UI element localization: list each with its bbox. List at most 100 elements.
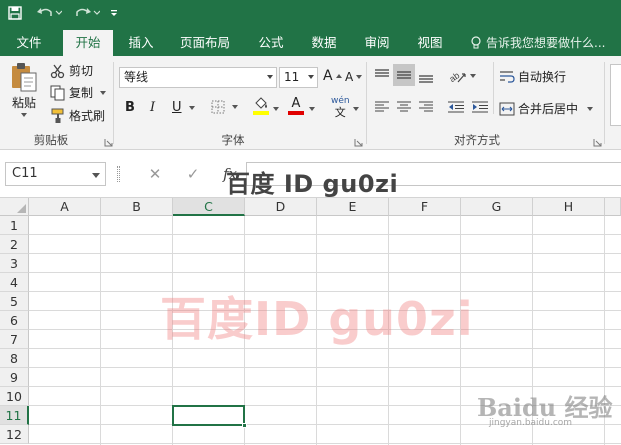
font-name-combo[interactable]: 等线 [119, 67, 277, 88]
row-header-3[interactable]: 3 [0, 254, 29, 273]
orientation-dropdown-icon[interactable] [470, 74, 476, 78]
font-group-label: 字体 [221, 133, 245, 147]
bold-button[interactable]: B [125, 100, 135, 115]
column-header-g[interactable]: G [461, 198, 533, 216]
column-header-a[interactable]: A [29, 198, 101, 216]
name-box[interactable]: C11 [5, 162, 106, 186]
worksheet-grid[interactable]: A B C D E F G H 1 2 3 4 5 6 7 8 9 10 11 12 百度ID gu0zi Baidu … [0, 198, 621, 445]
column-header-partial[interactable] [605, 198, 621, 216]
title-bar [0, 0, 621, 26]
row-header-10[interactable]: 10 [0, 387, 29, 406]
cut-button[interactable]: 剪切 [50, 62, 93, 79]
column-header-c[interactable]: C [173, 198, 245, 216]
column-header-d[interactable]: D [245, 198, 317, 216]
group-separator [113, 62, 114, 144]
cut-label: 剪切 [69, 64, 94, 78]
fill-color-swatch [253, 111, 269, 115]
row-header-8[interactable]: 8 [0, 349, 29, 368]
row-header-1[interactable]: 1 [0, 216, 29, 235]
row-header-2[interactable]: 2 [0, 235, 29, 254]
formula-bar: C11 ✕ ✓ fx 百度 ID gu0zi [0, 150, 621, 198]
borders-dropdown-icon[interactable] [232, 105, 238, 109]
tab-file[interactable]: 文件 [6, 30, 52, 56]
fill-handle[interactable] [242, 423, 247, 428]
row-header-9[interactable]: 9 [0, 368, 29, 387]
fill-color-dropdown-icon[interactable] [273, 107, 279, 111]
tab-page-layout[interactable]: 页面布局 [172, 30, 238, 56]
merge-center-dropdown-icon[interactable] [587, 106, 594, 111]
align-right-button[interactable] [418, 100, 434, 114]
save-icon[interactable] [0, 0, 30, 26]
row-gridline [29, 253, 621, 254]
align-top-button[interactable] [374, 68, 390, 82]
row-header-7[interactable]: 7 [0, 330, 29, 349]
tab-home[interactable]: 开始 [63, 30, 113, 56]
merge-center-button[interactable]: 合并后居中 [499, 100, 594, 117]
select-all-button[interactable] [0, 198, 29, 216]
tab-view[interactable]: 视图 [409, 30, 451, 56]
name-box-dropdown-icon[interactable] [92, 173, 100, 178]
splitter-grip[interactable] [117, 166, 120, 182]
redo-icon[interactable] [68, 0, 106, 26]
align-center-button[interactable] [396, 100, 412, 114]
wrap-text-button[interactable]: 自动换行 [499, 68, 566, 85]
font-size-dropdown-icon[interactable] [308, 75, 314, 79]
row-header-11[interactable]: 11 [0, 406, 29, 425]
active-cell[interactable] [172, 405, 245, 426]
copy-button[interactable]: 复制 [50, 84, 107, 101]
column-gridline [100, 216, 101, 445]
tab-data[interactable]: 数据 [303, 30, 345, 56]
increase-indent-button[interactable] [471, 100, 489, 114]
underline-dropdown-icon[interactable] [188, 105, 195, 110]
font-size-value: 11 [284, 70, 300, 84]
paste-button[interactable]: 粘贴 [10, 62, 38, 117]
italic-button[interactable]: I [150, 100, 155, 115]
shrink-font-button[interactable]: A [345, 70, 363, 84]
undo-icon[interactable] [30, 0, 68, 26]
grow-font-label: A [323, 68, 333, 84]
tab-insert[interactable]: 插入 [120, 30, 162, 56]
tab-review[interactable]: 审阅 [356, 30, 398, 56]
decrease-indent-button[interactable] [447, 100, 465, 114]
ribbon-home: 粘贴 剪切 复制 格式刷 剪贴板 等线 11 A A B I U A wén 文… [0, 56, 621, 150]
underline-button[interactable]: U [172, 100, 195, 115]
tab-formulas[interactable]: 公式 [250, 30, 292, 56]
cancel-icon[interactable]: ✕ [140, 162, 170, 186]
fill-color-button[interactable] [253, 97, 269, 115]
phonetic-button[interactable]: wén 文 [331, 96, 350, 118]
row-header-6[interactable]: 6 [0, 311, 29, 330]
phonetic-dropdown-icon[interactable] [353, 107, 359, 111]
column-header-f[interactable]: F [389, 198, 461, 216]
column-header-h[interactable]: H [533, 198, 605, 216]
align-top-icon [374, 68, 390, 82]
font-name-dropdown-icon[interactable] [267, 75, 273, 79]
align-bottom-button[interactable] [418, 70, 434, 84]
align-left-button[interactable] [374, 100, 390, 114]
paste-dropdown-icon[interactable] [21, 113, 27, 117]
grow-font-button[interactable]: A [323, 68, 342, 84]
column-header-b[interactable]: B [101, 198, 173, 216]
row-header-5[interactable]: 5 [0, 292, 29, 311]
row-header-4[interactable]: 4 [0, 273, 29, 292]
format-painter-button[interactable]: 格式刷 [50, 107, 105, 124]
enter-icon[interactable]: ✓ [178, 162, 208, 186]
font-size-combo[interactable]: 11 [279, 67, 318, 88]
copy-dropdown-icon[interactable] [100, 90, 107, 95]
orientation-button[interactable]: ab [449, 68, 476, 84]
phonetic-sub-label: 文 [334, 106, 346, 119]
number-format-combo-partial[interactable] [610, 64, 621, 126]
row-header-12[interactable]: 12 [0, 425, 29, 444]
font-launcher-icon[interactable] [354, 136, 363, 147]
clipboard-launcher-icon[interactable] [104, 136, 113, 147]
tell-me-box[interactable]: 告诉我您想要做什么... [470, 30, 605, 56]
tell-me-label: 告诉我您想要做什么... [486, 36, 606, 50]
font-color-button[interactable]: A [288, 97, 304, 115]
column-header-e[interactable]: E [317, 198, 389, 216]
scissors-icon [50, 63, 66, 79]
font-color-dropdown-icon[interactable] [309, 107, 315, 111]
align-middle-button[interactable] [393, 64, 415, 86]
borders-button[interactable] [211, 100, 238, 114]
alignment-launcher-icon[interactable] [593, 136, 602, 147]
increase-indent-icon [471, 100, 489, 114]
customize-toolbar-icon[interactable] [106, 0, 122, 26]
